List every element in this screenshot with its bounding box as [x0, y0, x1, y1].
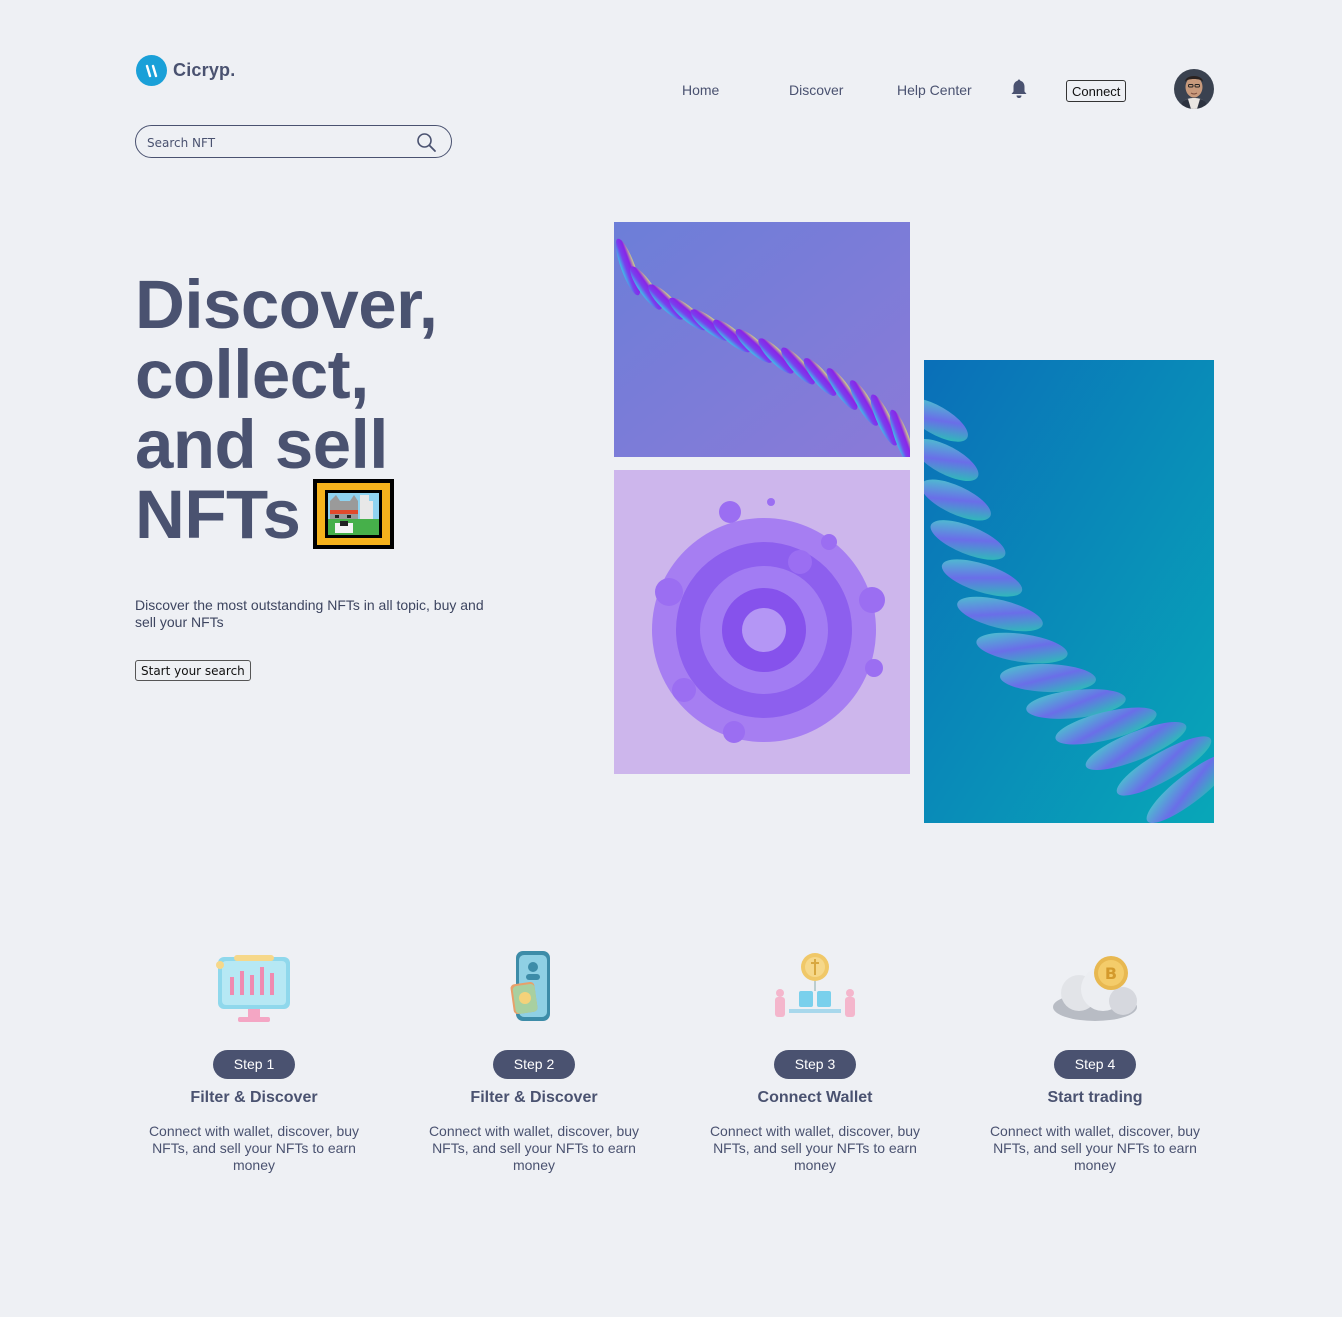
- nft-artwork-purple-swirl[interactable]: [614, 470, 910, 774]
- start-search-button[interactable]: Start your search: [135, 660, 251, 681]
- logo-icon: [136, 55, 167, 86]
- nav-home[interactable]: Home: [682, 82, 719, 98]
- search-bar: [135, 125, 452, 158]
- step-badge: Step 4: [1053, 1050, 1137, 1079]
- brand-name: Cicryp.: [173, 60, 236, 80]
- hero-title-line-2: collect,: [135, 336, 369, 413]
- step-description: Connect with wallet, discover, buy NFTs,…: [428, 1123, 640, 1173]
- hero-title-line-1: Discover,: [135, 266, 438, 343]
- step-title: Filter & Discover: [190, 1089, 318, 1106]
- step-card-1: Step 1 Filter & Discover Connect with wa…: [114, 945, 394, 1174]
- brand-logo[interactable]: Cicryp.: [136, 55, 235, 86]
- step-badge: Step 2: [492, 1050, 576, 1079]
- nft-artwork-teal-wave[interactable]: [904, 360, 1234, 824]
- search-icon[interactable]: [416, 132, 437, 153]
- svg-text:B: B: [1105, 964, 1117, 983]
- step-badge: Step 1: [212, 1050, 296, 1079]
- search-input[interactable]: [145, 133, 409, 153]
- coin-network-icon: [765, 945, 865, 1035]
- bitcoin-cloud-icon: B: [1045, 945, 1145, 1035]
- step-title: Filter & Discover: [470, 1089, 598, 1106]
- nft-artwork-wave-purple[interactable]: [614, 222, 915, 467]
- monitor-chart-icon: [204, 945, 304, 1035]
- step-badge: Step 3: [773, 1050, 857, 1079]
- phone-wallet-icon: [484, 945, 584, 1035]
- nav-help-center[interactable]: Help Center: [897, 82, 972, 98]
- hero-subtitle: Discover the most outstanding NFTs in al…: [135, 597, 484, 630]
- avatar[interactable]: [1174, 69, 1214, 109]
- step-description: Connect with wallet, discover, buy NFTs,…: [148, 1123, 360, 1173]
- step-title: Connect Wallet: [757, 1089, 873, 1106]
- step-description: Connect with wallet, discover, buy NFTs,…: [709, 1123, 921, 1173]
- connect-button[interactable]: Connect: [1066, 80, 1127, 102]
- nav-discover[interactable]: Discover: [789, 82, 843, 98]
- framed-picture-icon: [313, 479, 394, 549]
- bell-icon[interactable]: [1009, 78, 1029, 100]
- hero-title-line-3: and sell: [135, 406, 388, 483]
- step-title: Start trading: [1047, 1089, 1143, 1106]
- step-card-2: Step 2 Filter & Discover Connect with wa…: [394, 945, 674, 1174]
- step-description: Connect with wallet, discover, buy NFTs,…: [989, 1123, 1201, 1173]
- step-card-3: Step 3 Connect Wallet Connect with walle…: [675, 945, 955, 1174]
- hero-title-line-4: NFTs: [135, 476, 301, 553]
- step-card-4: B Step 4 Start trading Connect with wall…: [955, 945, 1235, 1174]
